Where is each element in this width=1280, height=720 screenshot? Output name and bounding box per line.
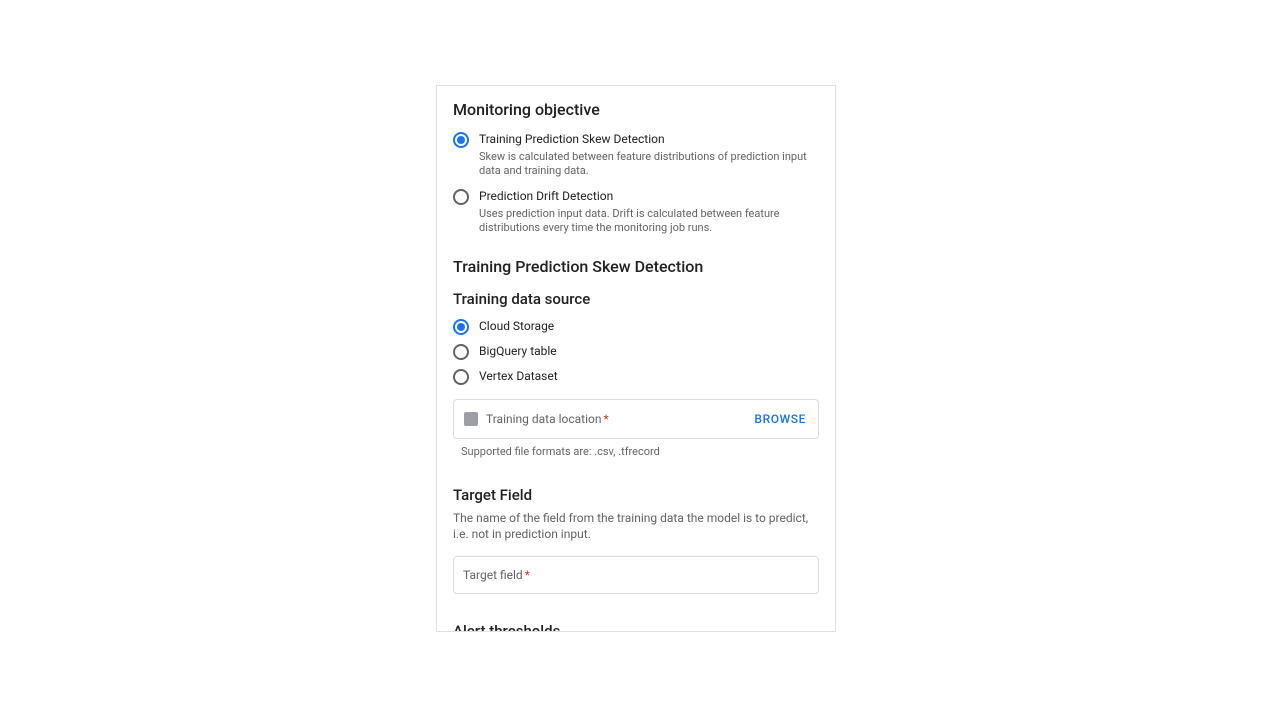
radio-description: Skew is calculated between feature distr… xyxy=(479,150,819,178)
radio-vertex-dataset[interactable]: Vertex Dataset xyxy=(453,368,819,385)
radio-icon xyxy=(453,132,469,148)
radio-icon xyxy=(453,369,469,385)
radio-bigquery-table[interactable]: BigQuery table xyxy=(453,343,819,360)
radio-label: BigQuery table xyxy=(479,343,557,359)
radio-icon xyxy=(453,319,469,335)
radio-label: Prediction Drift Detection xyxy=(479,188,819,204)
radio-icon xyxy=(453,189,469,205)
required-star-icon: * xyxy=(604,412,609,426)
browse-button[interactable]: BROWSE xyxy=(752,408,808,430)
alert-thresholds-heading: Alert thresholds xyxy=(453,622,819,632)
radio-drift-detection[interactable]: Prediction Drift Detection Uses predicti… xyxy=(453,188,819,235)
target-field-heading: Target Field xyxy=(453,486,819,504)
radio-description: Uses prediction input data. Drift is cal… xyxy=(479,207,819,235)
radio-label: Cloud Storage xyxy=(479,318,554,334)
radio-skew-detection[interactable]: Training Prediction Skew Detection Skew … xyxy=(453,131,819,178)
radio-cloud-storage[interactable]: Cloud Storage xyxy=(453,318,819,335)
monitoring-config-panel: Monitoring objective Training Prediction… xyxy=(436,85,836,632)
section-heading: Training Prediction Skew Detection xyxy=(453,257,819,276)
radio-label: Vertex Dataset xyxy=(479,368,558,384)
target-field-input[interactable] xyxy=(453,556,819,594)
training-data-source-options: Cloud Storage BigQuery table Vertex Data… xyxy=(453,318,819,385)
training-data-location-input[interactable]: Training data location* BROWSE xyxy=(453,399,819,439)
radio-icon xyxy=(453,344,469,360)
monitoring-objective-heading: Monitoring objective xyxy=(453,100,819,119)
training-data-source-heading: Training data source xyxy=(453,290,819,308)
input-placeholder: Training data location* xyxy=(486,412,744,426)
target-field-input-wrap: Target field* xyxy=(453,556,819,594)
file-icon xyxy=(464,412,478,426)
target-field-description: The name of the field from the training … xyxy=(453,510,819,542)
radio-label: Training Prediction Skew Detection xyxy=(479,131,819,147)
monitoring-objective-options: Training Prediction Skew Detection Skew … xyxy=(453,131,819,235)
supported-formats-hint: Supported file formats are: .csv, .tfrec… xyxy=(461,445,819,458)
